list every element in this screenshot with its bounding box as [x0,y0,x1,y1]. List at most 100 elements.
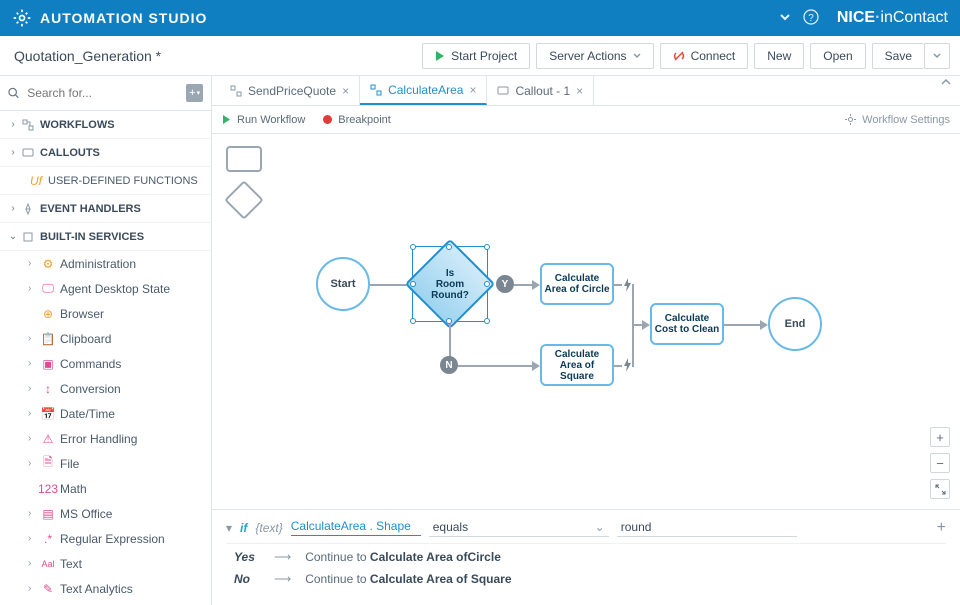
edge [614,365,622,367]
path-input[interactable]: CalculateArea . Shape [291,519,421,536]
itm-file[interactable]: ›🗎File [0,451,211,476]
add-condition-button[interactable]: + [937,519,946,537]
server-actions-button[interactable]: Server Actions [536,43,653,69]
itm-textanalytics[interactable]: ›✎Text Analytics [0,576,211,601]
terminal-icon: ▣ [40,357,56,371]
search-input[interactable] [23,82,186,104]
itm-browser[interactable]: ›⊕Browser [0,301,211,326]
branch-label: No [234,572,260,586]
project-toolbar: Quotation_Generation * Start Project Ser… [0,36,960,76]
close-icon[interactable]: × [469,83,476,97]
chevron-down-icon [633,52,641,60]
tab-sendpricequote[interactable]: SendPriceQuote× [220,76,360,105]
itm-agent[interactable]: ›🖵Agent Desktop State [0,276,211,301]
selection-handle[interactable] [484,318,490,324]
itm-admin[interactable]: ›⚙Administration [0,251,211,276]
run-bar: Run Workflow Breakpoint Workflow Setting… [212,106,960,134]
new-button[interactable]: New [754,43,804,69]
itm-datetime[interactable]: ›📅Date/Time [0,401,211,426]
node-start[interactable]: Start [316,257,370,311]
branch-no: No ⟶ Continue to Calculate Area of Squar… [226,566,946,588]
zoom-fit-button[interactable] [930,479,950,499]
close-icon[interactable]: × [576,84,583,98]
collapse-icon[interactable]: ▾ [226,521,232,535]
selection-handle[interactable] [410,244,416,250]
cat-workflows[interactable]: ›WORKFLOWS [0,111,211,139]
node-end[interactable]: End [768,297,822,351]
run-workflow-button[interactable]: Run Workflow [222,114,305,126]
node-calc-cost[interactable]: Calculate Cost to Clean [650,303,724,345]
help-button[interactable]: ? [797,3,825,34]
chevron-down-icon [933,52,941,60]
itm-clipboard[interactable]: ›📋Clipboard [0,326,211,351]
workflow-settings-button[interactable]: Workflow Settings [845,114,950,126]
itm-math[interactable]: ›123Math [0,476,211,501]
cat-udf[interactable]: ›UfUSER-DEFINED FUNCTIONS [0,167,211,195]
arrow-icon: ⟶ [274,572,291,586]
branch-yes: Yes ⟶ Continue to Calculate Area ofCircl… [226,544,946,566]
add-button[interactable]: +▾ [186,84,203,102]
connect-button[interactable]: Connect [660,43,749,69]
close-icon[interactable]: × [342,84,349,98]
arrow-icon [532,361,540,371]
sidebar-search: +▾ [0,76,211,111]
palette-rect[interactable] [226,146,262,172]
header-dropdown[interactable] [773,5,797,32]
palette-diamond[interactable] [224,180,264,220]
play-icon [222,115,231,124]
services-icon [22,231,34,243]
cat-events[interactable]: ›EVENT HANDLERS [0,195,211,223]
text-icon: Aal [40,559,56,569]
selection-handle[interactable] [484,281,490,287]
play-icon [435,51,445,61]
itm-commands[interactable]: ›▣Commands [0,351,211,376]
start-project-button[interactable]: Start Project [422,43,530,69]
cat-builtins[interactable]: ⌄BUILT-IN SERVICES [0,223,211,251]
if-keyword: if [240,521,247,535]
itm-error[interactable]: ›⚠Error Handling [0,426,211,451]
selection-handle[interactable] [484,244,490,250]
globe-icon: ⊕ [40,307,56,321]
file-icon: 🗎 [40,453,56,474]
port-no[interactable]: N [440,356,458,374]
flow-canvas[interactable]: Start Is Room Round? Y Calculate Area of… [212,134,960,509]
itm-conversion[interactable]: ›↕Conversion [0,376,211,401]
zoom-out-button[interactable]: − [930,453,950,473]
itm-regex[interactable]: ›.*Regular Expression [0,526,211,551]
type-label: {text} [255,521,282,535]
branch-target[interactable]: Continue to Calculate Area of Square [305,572,511,586]
edge [724,324,762,326]
function-icon: Uf [30,174,42,188]
port-yes[interactable]: Y [496,275,514,293]
calendar-icon: 📅 [40,407,56,421]
selection-handle[interactable] [410,318,416,324]
itm-text[interactable]: ›AalText [0,551,211,576]
value-input[interactable]: round [617,518,797,537]
node-calc-circle[interactable]: Calculate Area of Circle [540,263,614,305]
breakpoint-button[interactable]: Breakpoint [323,114,391,126]
branch-label: Yes [234,550,260,564]
selection-handle[interactable] [446,244,452,250]
gear-icon: ⚙ [40,257,56,271]
zoom-in-button[interactable]: + [930,427,950,447]
selection-handle[interactable] [410,281,416,287]
itm-variables[interactable]: ›{x}Variables [0,601,211,605]
save-dropdown-button[interactable] [924,43,950,69]
edge [458,365,534,367]
itm-msoffice[interactable]: ›▤MS Office [0,501,211,526]
save-button[interactable]: Save [872,43,924,69]
node-calc-square[interactable]: Calculate Area of Square [540,344,614,386]
workflow-icon [230,85,242,97]
tab-calculatearea[interactable]: CalculateArea× [360,76,487,105]
office-icon: ▤ [40,507,56,521]
brand-logo: NICE·inContact [837,9,948,27]
open-button[interactable]: Open [810,43,865,69]
cat-callouts[interactable]: ›CALLOUTS [0,139,211,167]
node-condition[interactable]: Is Room Round? [405,239,496,330]
svg-text:?: ? [808,13,814,24]
operator-select[interactable]: equals⌄ [429,518,609,537]
chevron-down-icon [779,11,791,23]
tab-callout1[interactable]: Callout - 1× [487,76,594,105]
regex-icon: .* [40,532,56,546]
branch-target[interactable]: Continue to Calculate Area ofCircle [305,550,501,564]
